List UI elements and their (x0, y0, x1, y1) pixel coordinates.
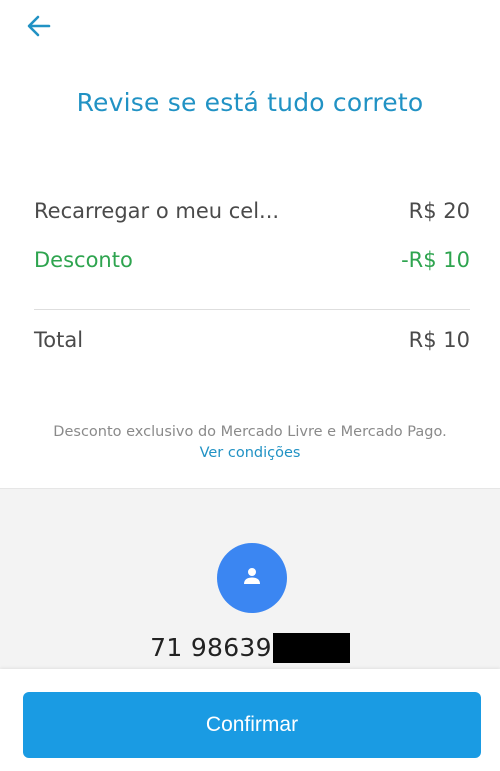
divider (34, 309, 470, 310)
phone-section: 71 98639 (0, 488, 500, 669)
discount-label: Desconto (34, 248, 133, 272)
person-icon (242, 566, 262, 590)
summary-row-discount: Desconto -R$ 10 (34, 247, 470, 273)
confirm-button[interactable]: Confirmar (23, 692, 481, 758)
back-button[interactable] (22, 10, 58, 42)
phone-number: 71 98639 (150, 632, 272, 662)
phone-line: 71 98639 (0, 631, 500, 663)
total-value: R$ 10 (408, 328, 470, 352)
summary-row-item: Recarregar o meu cel... R$ 20 (34, 198, 470, 224)
total-label: Total (34, 328, 84, 352)
review-panel: Revise se está tudo correto Recarregar o… (0, 0, 500, 488)
view-conditions-link[interactable]: Ver condições (0, 445, 500, 461)
redaction-block (272, 633, 350, 663)
discount-value: -R$ 10 (401, 248, 470, 272)
summary-row-total: Total R$ 10 (34, 327, 470, 353)
arrow-left-icon (22, 10, 58, 42)
discount-disclaimer: Desconto exclusivo do Mercado Livre e Me… (53, 424, 447, 440)
avatar (217, 543, 287, 613)
footer-bar: Confirmar (0, 669, 500, 771)
page-title: Revise se está tudo correto (76, 88, 424, 117)
item-label: Recarregar o meu cel... (34, 199, 280, 223)
item-value: R$ 20 (408, 199, 470, 223)
